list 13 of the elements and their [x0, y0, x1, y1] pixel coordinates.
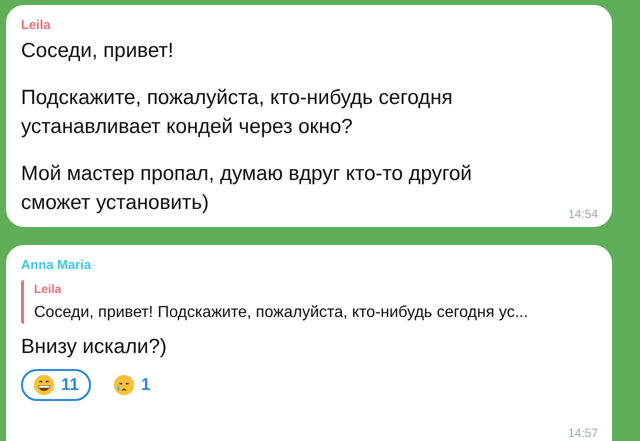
message-text: Внизу искали?)	[21, 334, 168, 360]
sender-name[interactable]: Leila	[21, 17, 51, 32]
crying-face-icon	[112, 374, 135, 396]
sender-name[interactable]: Anna Maria	[21, 257, 92, 272]
quoted-text: Соседи, привет! Подскажите, пожалуйста, кто-нибудь сегодня ус...	[34, 304, 530, 322]
grinning-face-icon	[33, 374, 55, 396]
message-time: 14:54	[568, 207, 598, 221]
message-text: Подскажите, пожалуйста, кто-нибудь сегодня устанавливает кондей через окно?	[21, 85, 454, 140]
message-text: Соседи, привет!	[21, 38, 175, 64]
message-text: Мой мастер пропал, думаю вдруг кто-то другой сможет установить)	[21, 161, 473, 216]
message-time: 14:57	[568, 426, 598, 440]
sender-name: Leila	[34, 282, 62, 296]
reaction-button[interactable]: 11	[21, 369, 91, 401]
